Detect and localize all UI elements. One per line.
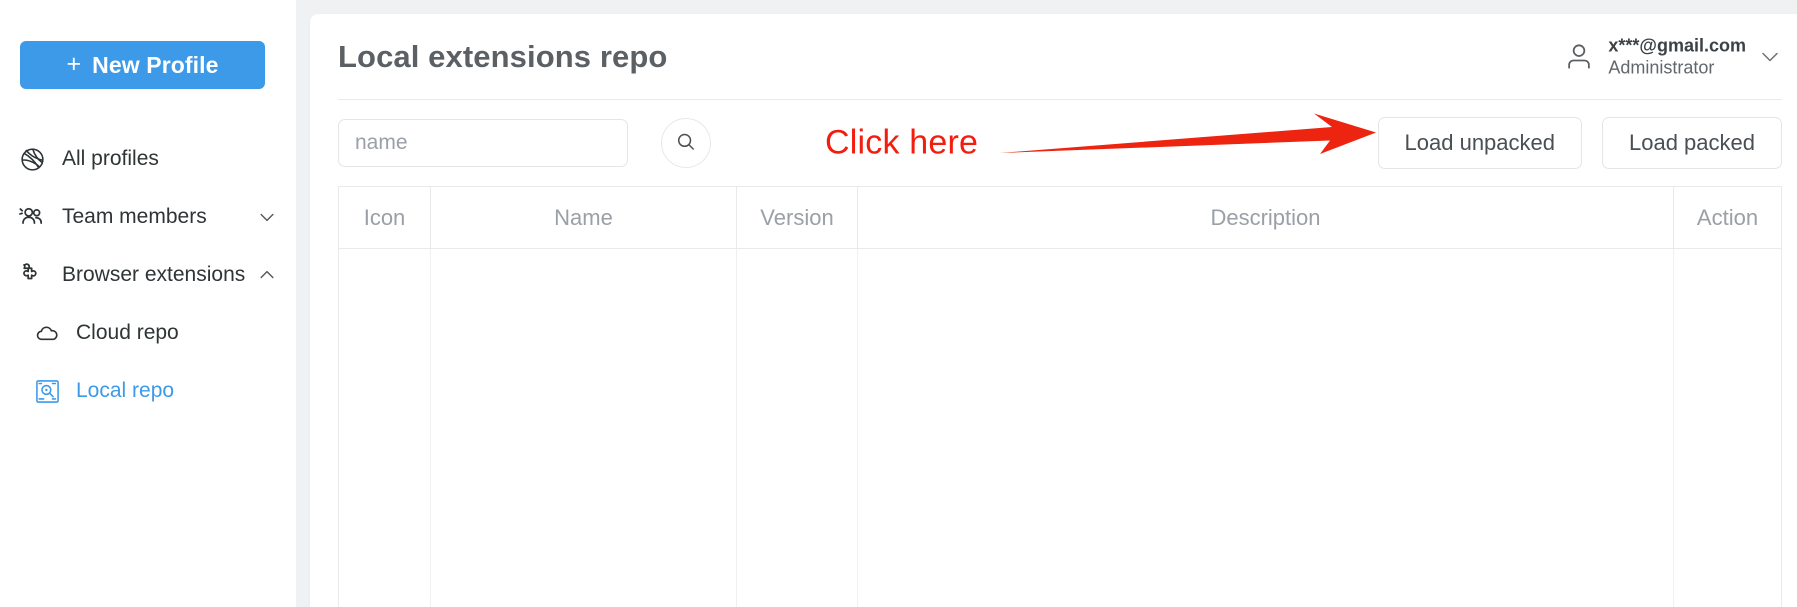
main-content: Local extensions repo x***@gmail.com Adm…	[296, 0, 1797, 607]
toolbar-actions: Load unpacked Load packed	[1377, 117, 1782, 169]
sidebar-item-label: Local repo	[76, 379, 175, 402]
load-packed-button[interactable]: Load packed	[1602, 117, 1782, 169]
chevron-up-icon[interactable]	[256, 264, 278, 286]
table-empty-cell	[1674, 249, 1782, 607]
sidebar-nav: All profiles Team members Browser extens…	[0, 130, 296, 420]
sidebar-item-team-members[interactable]: Team members	[0, 188, 296, 246]
click-here-annotation: Click here	[825, 113, 1378, 174]
chevron-down-icon[interactable]	[1758, 45, 1782, 69]
user-account-menu[interactable]: x***@gmail.com Administrator	[1562, 34, 1782, 79]
extensions-table: Icon Name Version Description Action	[338, 186, 1782, 607]
sidebar-item-browser-extensions[interactable]: Browser extensions	[0, 246, 296, 304]
sidebar-item-label: All profiles	[62, 147, 159, 170]
search-icon	[674, 130, 698, 157]
table-body	[338, 248, 1782, 607]
sidebar-item-all-profiles[interactable]: All profiles	[0, 130, 296, 188]
chevron-down-icon[interactable]	[256, 206, 278, 228]
app-root: + New Profile All profiles Team members …	[0, 0, 1797, 607]
column-header-description[interactable]: Description	[857, 186, 1674, 249]
sidebar-item-local-repo[interactable]: Local repo	[0, 362, 296, 420]
column-header-name[interactable]: Name	[430, 186, 737, 249]
table-empty-cell	[338, 248, 431, 607]
search-button[interactable]	[661, 118, 711, 168]
sidebar-item-label: Cloud repo	[76, 321, 179, 344]
local-repo-icon	[32, 376, 62, 406]
table-empty-cell	[857, 248, 1674, 607]
table-empty-row	[338, 248, 1782, 607]
column-header-icon[interactable]: Icon	[338, 186, 431, 249]
table-head: Icon Name Version Description Action	[338, 186, 1782, 249]
user-email: x***@gmail.com	[1608, 35, 1746, 55]
sidebar-item-label: Team members	[62, 205, 207, 228]
search-input[interactable]	[338, 119, 628, 167]
arrow-right-icon	[998, 113, 1378, 174]
sidebar-item-cloud-repo[interactable]: Cloud repo	[0, 304, 296, 362]
table-header-row: Icon Name Version Description Action	[338, 186, 1782, 249]
sidebar: + New Profile All profiles Team members …	[0, 0, 296, 607]
column-header-version[interactable]: Version	[736, 186, 858, 249]
user-icon	[1562, 40, 1596, 74]
table-empty-cell	[430, 248, 737, 607]
user-role: Administrator	[1608, 57, 1715, 78]
annotation-label: Click here	[825, 123, 979, 162]
page-title: Local extensions repo	[338, 38, 668, 74]
globe-icon	[17, 144, 47, 174]
sidebar-item-label: Browser extensions	[62, 263, 246, 286]
card-header: Local extensions repo x***@gmail.com Adm…	[338, 14, 1782, 100]
plus-icon: +	[66, 49, 82, 78]
toolbar: Click here Load unpacked Load packed	[338, 100, 1782, 186]
cloud-icon	[32, 318, 62, 348]
content-card: Local extensions repo x***@gmail.com Adm…	[310, 14, 1797, 607]
column-header-action[interactable]: Action	[1673, 186, 1782, 249]
new-profile-label: New Profile	[92, 51, 219, 78]
table-empty-cell	[736, 248, 858, 607]
user-info: x***@gmail.com Administrator	[1608, 34, 1746, 79]
load-unpacked-button[interactable]: Load unpacked	[1377, 117, 1582, 169]
new-profile-button[interactable]: + New Profile	[20, 41, 265, 89]
puzzle-icon	[17, 260, 47, 290]
team-icon	[17, 202, 47, 232]
